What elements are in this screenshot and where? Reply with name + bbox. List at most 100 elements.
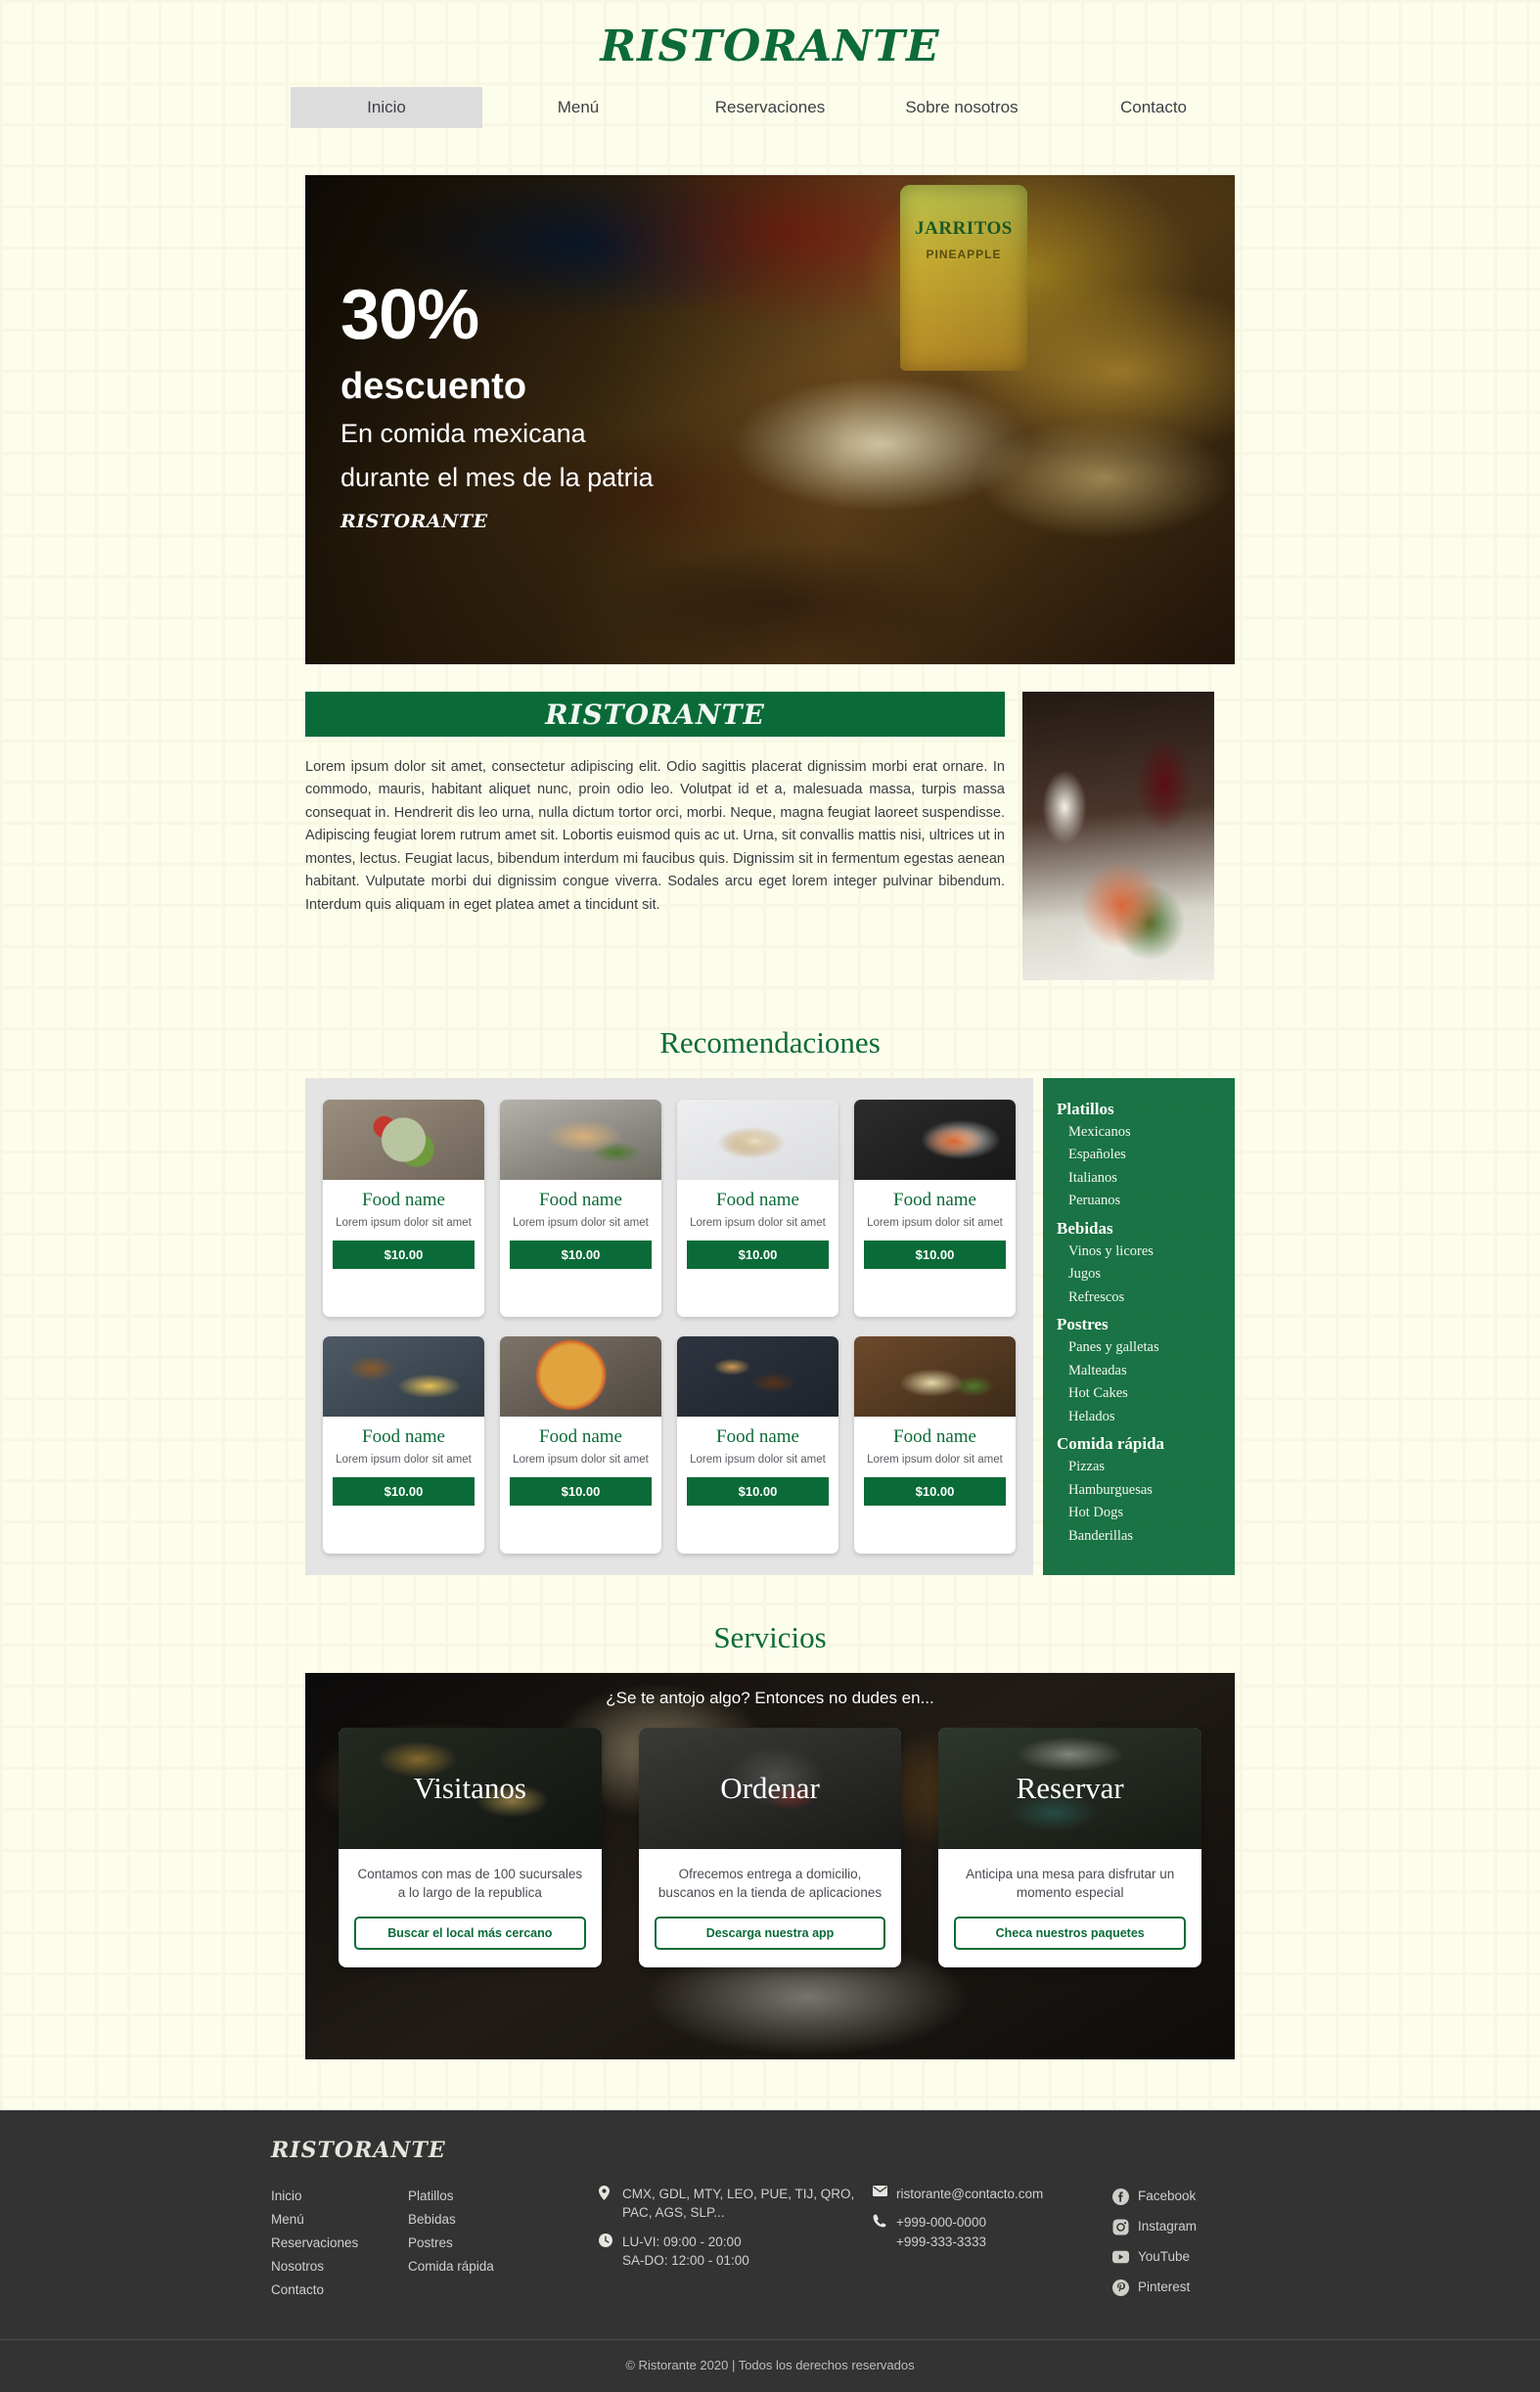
footer-link[interactable]: Nosotros	[271, 2255, 408, 2279]
food-card-body: Food name Lorem ipsum dolor sit amet $10.0…	[677, 1417, 838, 1517]
service-card: Reservar Anticipa una mesa para disfrutar…	[938, 1728, 1202, 1967]
food-price-button[interactable]: $10.00	[864, 1241, 1006, 1270]
category-link[interactable]: Jugos	[1057, 1263, 1221, 1286]
hero-logo-watermark: RISTORANTE	[340, 510, 488, 532]
category-link[interactable]: Banderillas	[1057, 1525, 1221, 1548]
footer-link[interactable]: Inicio	[271, 2185, 408, 2208]
food-card-body: Food name Lorem ipsum dolor sit amet $10.0…	[323, 1180, 484, 1281]
site-header: RISTORANTE Inicio Menú Reservaciones Sobre …	[0, 0, 1540, 138]
category-link[interactable]: Mexicanos	[1057, 1121, 1221, 1144]
category-link[interactable]: Panes y galletas	[1057, 1336, 1221, 1359]
food-card-body: Food name Lorem ipsum dolor sit amet $10.0…	[323, 1417, 484, 1517]
category-link[interactable]: Helados	[1057, 1406, 1221, 1428]
footer-social-link[interactable]: Instagram	[1112, 2215, 1269, 2238]
food-card-body: Food name Lorem ipsum dolor sit amet $10.0…	[500, 1180, 661, 1281]
category-group: Postres Panes y galletas Malteadas Hot Cake…	[1057, 1315, 1221, 1428]
service-card-body: Anticipa una mesa para disfrutar un mome…	[938, 1849, 1201, 1966]
category-link[interactable]: Hamburguesas	[1057, 1479, 1221, 1502]
service-action-button[interactable]: Checa nuestros paquetes	[954, 1916, 1187, 1950]
food-card[interactable]: Food name Lorem ipsum dolor sit amet $10.0…	[500, 1100, 661, 1318]
food-thumbnail	[677, 1100, 838, 1180]
food-price-button[interactable]: $10.00	[864, 1477, 1006, 1507]
hero-detail-line-1: En comida mexicana	[340, 418, 586, 448]
category-link[interactable]: Pizzas	[1057, 1456, 1221, 1478]
footer-menu-link[interactable]: Bebidas	[408, 2208, 599, 2232]
nav-item-contacto[interactable]: Contacto	[1058, 87, 1249, 128]
about-banner-logo: RISTORANTE	[545, 698, 765, 731]
food-price-button[interactable]: $10.00	[687, 1241, 829, 1270]
food-thumbnail	[854, 1336, 1016, 1418]
footer-social-label: Pinterest	[1138, 2279, 1191, 2295]
service-card-body: Ofrecemos entrega a domicilio, buscanos …	[639, 1849, 902, 1966]
footer-phone-text: +999-000-0000 +999-333-3333	[896, 2213, 986, 2250]
service-action-button[interactable]: Buscar el local más cercano	[354, 1916, 586, 1950]
service-description: Anticipa una mesa para disfrutar un mome…	[966, 1867, 1175, 1901]
phone-icon	[873, 2213, 887, 2228]
footer-phone-row[interactable]: +999-000-0000 +999-333-3333	[873, 2213, 1112, 2250]
footer-menu-link[interactable]: Platillos	[408, 2185, 599, 2208]
footer-menu-link[interactable]: Postres	[408, 2232, 599, 2255]
clock-icon	[599, 2233, 613, 2247]
food-description: Lorem ipsum dolor sit amet	[690, 1217, 826, 1229]
footer-link[interactable]: Contacto	[271, 2279, 408, 2302]
food-name: Food name	[893, 1190, 976, 1210]
category-link[interactable]: Españoles	[1057, 1144, 1221, 1166]
food-description: Lorem ipsum dolor sit amet	[690, 1454, 826, 1467]
services-tagline: ¿Se te antojo algo? Entonces no dudes en…	[606, 1689, 934, 1708]
footer-email-row[interactable]: ristorante@contacto.com	[873, 2185, 1112, 2203]
service-card-header: Visitanos	[339, 1728, 602, 1850]
food-card[interactable]: Food name Lorem ipsum dolor sit amet $10.0…	[323, 1100, 484, 1318]
food-price-button[interactable]: $10.00	[510, 1477, 652, 1507]
footer-logo: RISTORANTE	[271, 2138, 446, 2164]
category-link[interactable]: Peruanos	[1057, 1190, 1221, 1212]
nav-item-sobre-nosotros[interactable]: Sobre nosotros	[866, 87, 1058, 128]
site-logo: RISTORANTE	[600, 22, 940, 71]
food-price-button[interactable]: $10.00	[510, 1241, 652, 1270]
food-thumbnail	[677, 1336, 838, 1418]
footer-hours-row: LU-VI: 09:00 - 20:00 SA-DO: 12:00 - 01:0…	[599, 2233, 873, 2270]
category-link[interactable]: Hot Dogs	[1057, 1502, 1221, 1524]
category-heading: Bebidas	[1057, 1218, 1113, 1238]
nav-item-menú[interactable]: Menú	[482, 87, 674, 128]
footer-email-text: ristorante@contacto.com	[896, 2187, 1044, 2202]
food-card[interactable]: Food name Lorem ipsum dolor sit amet $10.0…	[500, 1336, 661, 1555]
nav-item-reservaciones[interactable]: Reservaciones	[674, 87, 866, 128]
food-price-button[interactable]: $10.00	[333, 1241, 475, 1270]
food-card-body: Food name Lorem ipsum dolor sit amet $10.0…	[854, 1180, 1016, 1281]
category-link[interactable]: Italianos	[1057, 1167, 1221, 1190]
nav-item-inicio[interactable]: Inicio	[291, 87, 482, 128]
service-action-button[interactable]: Descarga nuestra app	[654, 1916, 886, 1950]
youtube-icon	[1112, 2249, 1129, 2266]
food-description: Lorem ipsum dolor sit amet	[867, 1454, 1003, 1467]
footer-social-link[interactable]: YouTube	[1112, 2245, 1269, 2269]
footer-social-link[interactable]: Facebook	[1112, 2185, 1269, 2208]
food-card-grid: Food name Lorem ipsum dolor sit amet $10.0…	[305, 1078, 1033, 1576]
footer-social-label: YouTube	[1138, 2249, 1191, 2265]
category-link[interactable]: Vinos y licores	[1057, 1241, 1221, 1263]
service-description: Ofrecemos entrega a domicilio, buscanos …	[657, 1867, 883, 1901]
food-name: Food name	[362, 1426, 445, 1448]
food-price-button[interactable]: $10.00	[333, 1477, 475, 1507]
category-link[interactable]: Refrescos	[1057, 1286, 1221, 1309]
food-price-button[interactable]: $10.00	[687, 1477, 829, 1507]
food-card[interactable]: Food name Lorem ipsum dolor sit amet $10.0…	[854, 1336, 1016, 1555]
footer-social-link[interactable]: Pinterest	[1112, 2276, 1269, 2299]
service-card-body: Contamos con mas de 100 sucursales a lo …	[339, 1849, 602, 1966]
footer-menu-link[interactable]: Comida rápida	[408, 2255, 599, 2279]
footer-link[interactable]: Menú	[271, 2208, 408, 2232]
footer-contact: ristorante@contacto.com +999-000-0000 +9…	[873, 2185, 1112, 2306]
category-link[interactable]: Malteadas	[1057, 1360, 1221, 1382]
food-card[interactable]: Food name Lorem ipsum dolor sit amet $10.0…	[677, 1100, 838, 1318]
category-link[interactable]: Hot Cakes	[1057, 1382, 1221, 1405]
footer-link[interactable]: Reservaciones	[271, 2232, 408, 2255]
service-title: Visitanos	[413, 1771, 526, 1806]
food-card[interactable]: Food name Lorem ipsum dolor sit amet $10.0…	[677, 1336, 838, 1555]
food-card[interactable]: Food name Lorem ipsum dolor sit amet $10.0…	[854, 1100, 1016, 1318]
footer-hours-text: LU-VI: 09:00 - 20:00 SA-DO: 12:00 - 01:0…	[622, 2233, 749, 2270]
food-thumbnail	[323, 1100, 484, 1180]
about-photo-salmon-dish	[1022, 692, 1214, 980]
footer-nav-links: Inicio Menú Reservaciones Nosotros Contacto	[271, 2185, 408, 2306]
food-name: Food name	[362, 1190, 445, 1210]
site-footer: RISTORANTE Inicio Menú Reservaciones Nosotr…	[0, 2110, 1540, 2392]
food-card[interactable]: Food name Lorem ipsum dolor sit amet $10.0…	[323, 1336, 484, 1555]
